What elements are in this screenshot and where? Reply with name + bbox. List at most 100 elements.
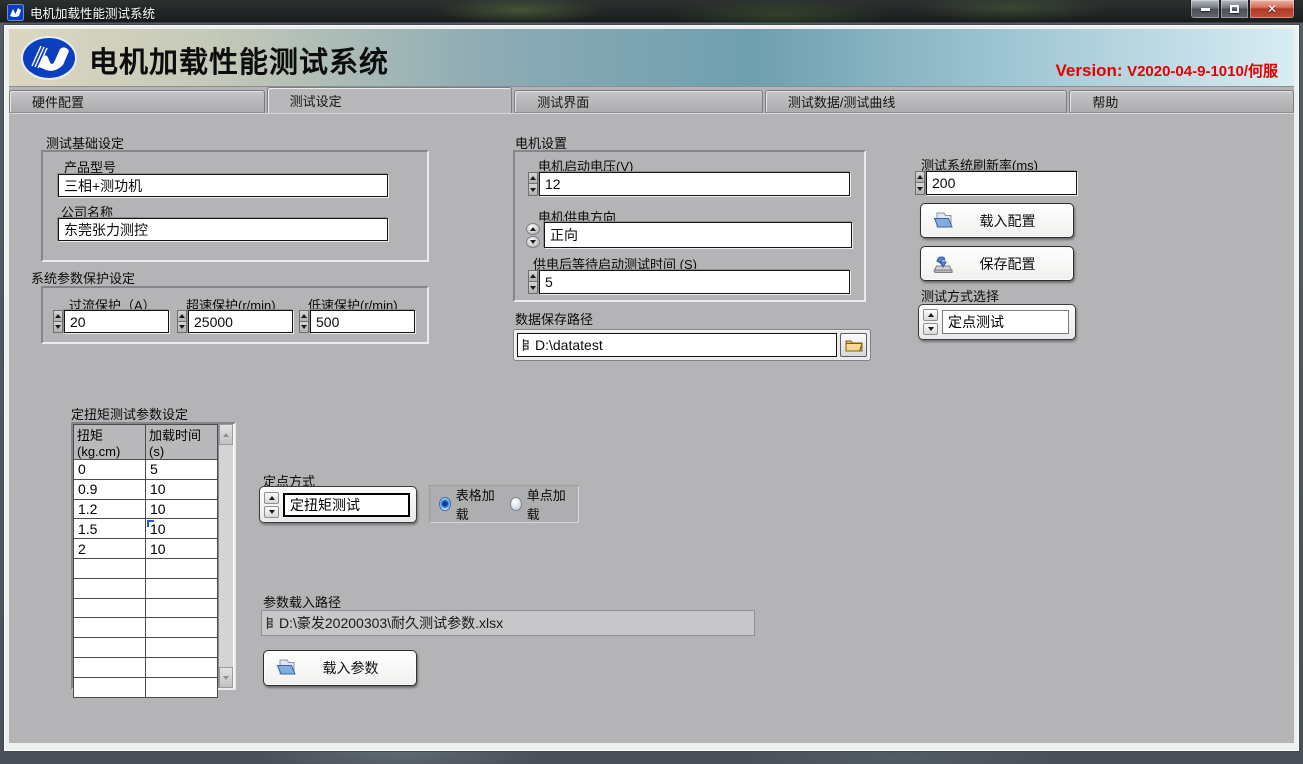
tab-test-interface[interactable]: 测试界面 — [514, 90, 763, 113]
close-button[interactable]: ✕ — [1249, 0, 1295, 19]
table-row — [74, 638, 218, 658]
table-cell[interactable] — [74, 598, 146, 618]
table-cell[interactable]: 10 — [146, 539, 218, 559]
table-cell[interactable] — [74, 618, 146, 638]
table-scrollbar[interactable] — [218, 424, 233, 688]
load-config-button[interactable]: 载入配置 — [920, 203, 1074, 238]
app-icon — [7, 4, 24, 21]
point-mode-field[interactable]: 定扭矩测试 — [283, 493, 410, 517]
decrement-button[interactable] — [923, 323, 938, 335]
spinner — [53, 310, 63, 333]
table-cell[interactable] — [146, 598, 218, 618]
wait-time-input[interactable] — [540, 271, 849, 293]
overspeed-field — [188, 310, 293, 333]
spinner — [528, 270, 538, 294]
decrement-button[interactable] — [299, 322, 309, 333]
table-cell[interactable] — [146, 558, 218, 578]
triangle-up-icon — [530, 227, 536, 231]
lowspeed-input[interactable] — [311, 311, 414, 332]
decrement-button[interactable] — [528, 184, 538, 196]
window-content: 电机加载性能测试系统 Version: V2020-04-9-1010/何服 硬… — [9, 29, 1294, 743]
decrement-button[interactable] — [53, 322, 63, 333]
window-controls: ✕ — [1190, 0, 1295, 19]
test-mode-field[interactable]: 定点测试 — [942, 310, 1069, 334]
tab-test-data-curves[interactable]: 测试数据/测试曲线 — [765, 90, 1068, 113]
increment-button[interactable] — [53, 310, 63, 322]
lowspeed-control — [299, 310, 415, 333]
table-cell[interactable]: 10 — [146, 479, 218, 499]
company-name-input[interactable] — [59, 219, 387, 240]
table-cell[interactable] — [74, 677, 146, 697]
maximize-button[interactable] — [1220, 0, 1249, 19]
increment-button[interactable] — [299, 310, 309, 322]
test-mode-label: 测试方式选择 — [921, 286, 999, 305]
version-label: Version: — [1056, 61, 1123, 80]
table-cell[interactable] — [146, 578, 218, 598]
company-name-field — [58, 218, 388, 241]
window-title: 电机加载性能测试系统 — [30, 3, 155, 22]
decrement-button[interactable] — [526, 236, 540, 248]
radio-button-icon — [510, 497, 522, 511]
header-banner: 电机加载性能测试系统 Version: V2020-04-9-1010/何服 — [9, 29, 1294, 87]
scroll-down-button[interactable] — [219, 667, 233, 688]
increment-button[interactable] — [526, 223, 540, 235]
table-cell[interactable]: 10 — [146, 499, 218, 519]
triangle-up-icon — [928, 313, 934, 317]
refresh-rate-input[interactable] — [927, 172, 1076, 194]
scroll-up-button[interactable] — [219, 424, 233, 445]
triangle-down-icon — [223, 676, 229, 680]
supply-direction-field[interactable]: 正向 — [544, 222, 852, 248]
load-params-button[interactable]: 载入参数 — [263, 650, 417, 686]
enum-spinner — [923, 309, 938, 335]
increment-button[interactable] — [177, 310, 187, 322]
enum-spinner — [264, 492, 279, 518]
save-path-input[interactable] — [531, 337, 832, 353]
increment-button[interactable] — [915, 171, 925, 183]
table-cell[interactable] — [146, 618, 218, 638]
table-cell[interactable]: 0.9 — [74, 479, 146, 499]
table-cell[interactable] — [74, 558, 146, 578]
product-model-input[interactable] — [59, 175, 387, 196]
save-config-button[interactable]: 保存配置 — [920, 246, 1074, 281]
table-row: 0.910 — [74, 479, 218, 499]
table-cell[interactable] — [146, 638, 218, 658]
torque-table-body: 050.9101.2101.510210 — [74, 460, 218, 698]
triangle-up-icon — [917, 175, 923, 179]
torque-column-header: 扭矩(kg.cm) — [74, 425, 146, 460]
radio-option[interactable]: 表格加载 — [439, 485, 498, 523]
browse-folder-button[interactable] — [840, 333, 867, 357]
tab-help[interactable]: 帮助 — [1069, 90, 1294, 113]
table-cell[interactable] — [74, 578, 146, 598]
table-cell[interactable]: 1.2 — [74, 499, 146, 519]
scrollbar-track[interactable] — [219, 445, 233, 667]
increment-button[interactable] — [264, 492, 279, 504]
increment-button[interactable] — [528, 270, 538, 282]
table-cell[interactable]: 5 — [146, 460, 218, 480]
decrement-button[interactable] — [528, 282, 538, 294]
overcurrent-input[interactable] — [65, 311, 168, 332]
triangle-down-icon — [530, 286, 536, 290]
start-voltage-input[interactable] — [540, 173, 849, 195]
table-cell[interactable]: 0 — [74, 460, 146, 480]
decrement-button[interactable] — [177, 322, 187, 333]
table-cell[interactable] — [146, 677, 218, 697]
table-cell[interactable]: 1.5 — [74, 519, 146, 539]
increment-button[interactable] — [923, 309, 938, 321]
decrement-button[interactable] — [264, 506, 279, 518]
table-cell[interactable]: 10 — [146, 519, 218, 539]
tab-test-settings[interactable]: 测试设定 — [267, 87, 513, 113]
radio-option[interactable]: 单点加载 — [510, 485, 569, 523]
overspeed-input[interactable] — [189, 311, 292, 332]
product-model-field — [58, 174, 388, 197]
protection-group-title: 系统参数保护设定 — [31, 268, 135, 287]
minimize-button[interactable] — [1190, 0, 1220, 19]
tab-hardware-config[interactable]: 硬件配置 — [9, 90, 265, 113]
ring-spinner — [526, 222, 542, 248]
triangle-down-icon — [55, 325, 61, 329]
table-cell[interactable] — [146, 657, 218, 677]
table-cell[interactable]: 2 — [74, 539, 146, 559]
increment-button[interactable] — [528, 172, 538, 184]
table-cell[interactable] — [74, 657, 146, 677]
decrement-button[interactable] — [915, 183, 925, 195]
table-cell[interactable] — [74, 638, 146, 658]
